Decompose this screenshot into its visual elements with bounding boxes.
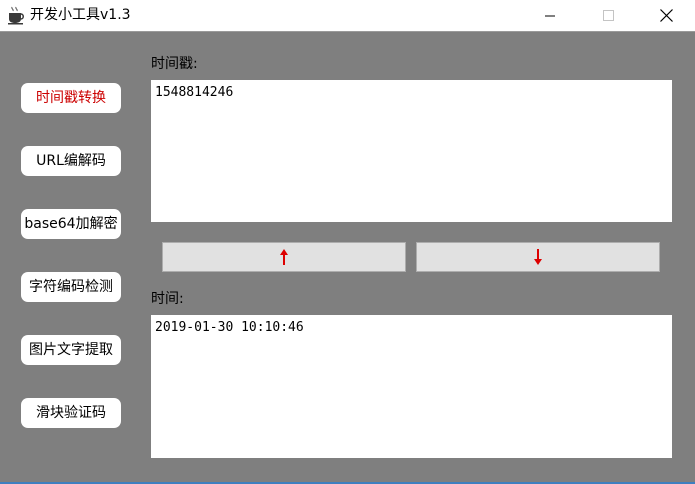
maximize-button[interactable] (585, 0, 631, 31)
nav-image-ocr-button[interactable]: 图片文字提取 (21, 335, 121, 365)
nav-charset-detect-button[interactable]: 字符编码检测 (21, 272, 121, 302)
nav-url-codec-button[interactable]: URL编解码 (21, 146, 121, 176)
nav-timestamp-convert-button[interactable]: 时间戳转换 (21, 83, 121, 113)
close-button[interactable] (643, 0, 689, 31)
datetime-input[interactable]: 2019-01-30 10:10:46 (151, 315, 672, 458)
close-icon (659, 9, 673, 22)
minimize-button[interactable] (527, 0, 573, 31)
convert-to-timestamp-button[interactable] (162, 242, 406, 272)
timestamp-input[interactable]: 1548814246 (151, 80, 672, 222)
minimize-icon (545, 15, 555, 16)
arrow-down-icon (534, 249, 542, 265)
timestamp-label: 时间戳: (151, 56, 198, 72)
nav-slider-captcha-button[interactable]: 滑块验证码 (21, 398, 121, 428)
window-title: 开发小工具v1.3 (30, 7, 131, 23)
convert-to-datetime-button[interactable] (416, 242, 660, 272)
datetime-label: 时间: (151, 291, 184, 307)
arrow-up-icon (280, 249, 288, 265)
title-bar: 开发小工具v1.3 (0, 0, 695, 32)
coffee-cup-icon (8, 6, 24, 25)
nav-base64-button[interactable]: base64加解密 (21, 209, 121, 239)
maximize-icon (602, 10, 614, 21)
